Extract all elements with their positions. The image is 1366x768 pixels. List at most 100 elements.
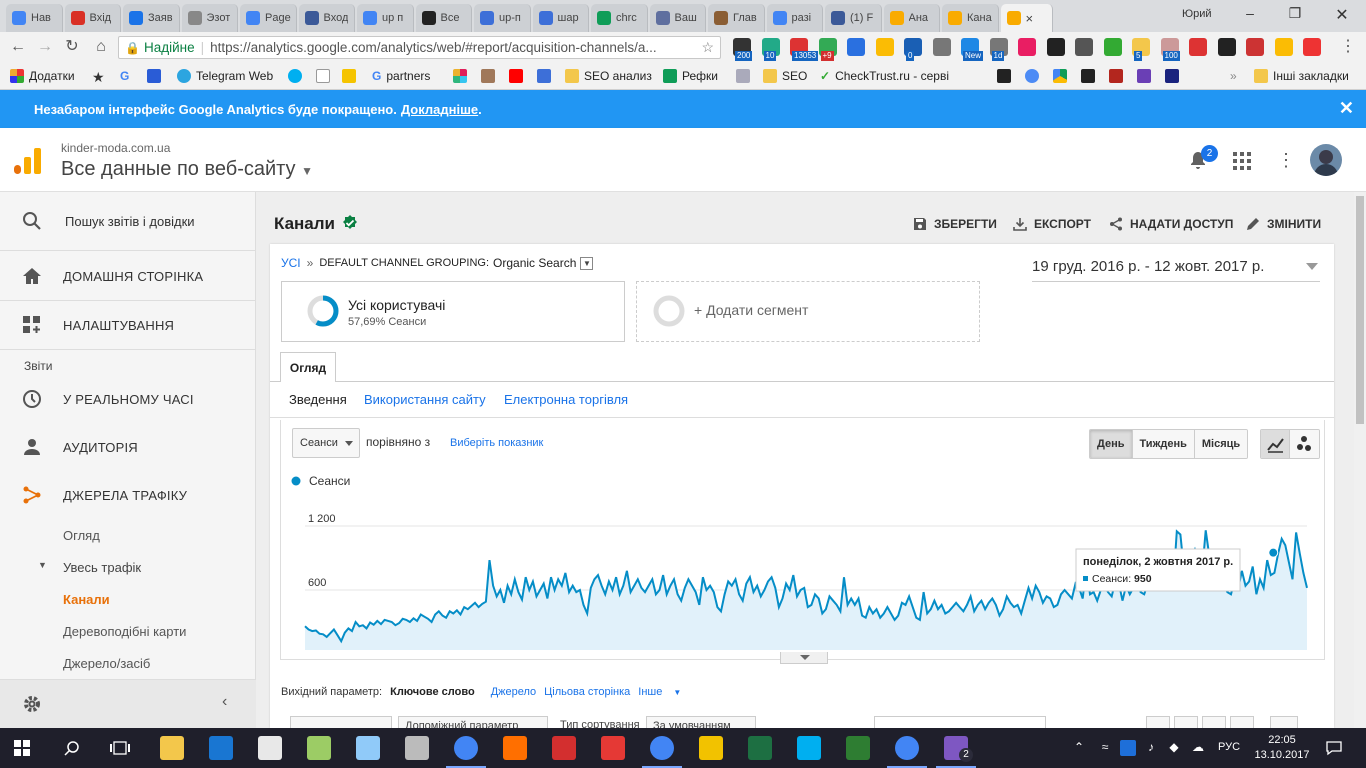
plot-rows-button[interactable] [290, 716, 392, 728]
browser-tab[interactable]: разі [766, 4, 823, 32]
bookmark-other[interactable]: Інші закладки [1254, 69, 1349, 83]
nav-customization[interactable]: НАЛАШТУВАННЯ [0, 314, 256, 336]
notifications-icon[interactable] [1326, 740, 1342, 756]
star-bookmark-icon[interactable]: ★ [92, 69, 105, 86]
chrome-menu-icon[interactable]: ⋮ [1338, 37, 1358, 57]
browser-tab[interactable]: (1) F [825, 4, 882, 32]
chart-expand-handle[interactable] [780, 652, 828, 664]
analytics-logo[interactable] [14, 148, 42, 174]
taskbar-app-icon[interactable] [209, 736, 233, 760]
extension-icon[interactable] [847, 38, 865, 56]
taskbar-app-icon[interactable] [356, 736, 380, 760]
browser-tab[interactable]: Кана [942, 4, 999, 32]
banner-link[interactable]: Докладніше [401, 102, 478, 117]
export-button[interactable]: ЕКСПОРТ [1013, 217, 1091, 231]
scrollbar-thumb[interactable] [1356, 196, 1364, 424]
info-bookmark-icon[interactable] [147, 69, 166, 83]
bookmark-icon-blue[interactable] [1025, 69, 1044, 83]
nav-channels[interactable]: Канали [63, 592, 110, 607]
k-bookmark-icon[interactable] [1137, 69, 1156, 83]
nav-home[interactable]: ДОМАШНЯ СТОРІНКА [0, 265, 256, 287]
collapse-nav-icon[interactable]: ‹ [222, 693, 227, 711]
taskbar-app-icon[interactable] [846, 736, 870, 760]
granularity-week[interactable]: Тиждень [1132, 430, 1195, 458]
nav-source-medium[interactable]: Джерело/засіб [63, 656, 150, 671]
motion-chart-icon[interactable] [1290, 430, 1319, 458]
nav-acquisition[interactable]: ДЖЕРЕЛА ТРАФІКУ [0, 484, 256, 506]
taskbar-app-icon[interactable] [887, 736, 927, 768]
nav-acq-overview[interactable]: Огляд [63, 528, 100, 543]
wifi-icon[interactable]: ≈ [1097, 740, 1113, 756]
granularity-day[interactable]: День [1090, 430, 1133, 458]
taskbar-app-icon[interactable] [748, 736, 772, 760]
bookmark-telegram[interactable]: Telegram Web [177, 69, 273, 83]
apps-grid-icon[interactable] [1233, 152, 1251, 170]
breadcrumb-dropdown[interactable]: ▼ [580, 256, 594, 270]
h-bookmark-icon[interactable] [736, 69, 755, 83]
chevron-up-icon[interactable]: ⌃ [1071, 740, 1087, 756]
segment-all-users[interactable]: Усі користувачі 57,69% Сеанси [281, 281, 625, 342]
bookmark-seo[interactable]: SEO [763, 69, 807, 83]
a-bookmark-icon[interactable] [1109, 69, 1128, 83]
cube-bookmark-icon[interactable] [537, 69, 556, 83]
gear-icon[interactable] [22, 694, 42, 714]
taskbar-app-icon[interactable] [699, 736, 723, 760]
profile-name[interactable]: Юрий [1182, 8, 1212, 20]
pie-view-icon[interactable] [1174, 716, 1198, 728]
m-bookmark-icon[interactable] [997, 69, 1016, 83]
task-view-icon[interactable] [110, 740, 130, 756]
dropbox-icon[interactable]: ◆ [1166, 740, 1182, 756]
extension-icon[interactable] [1246, 38, 1264, 56]
secondary-dimension-select[interactable]: Допоміжний параметр [398, 716, 548, 728]
taskbar-app-icon[interactable] [405, 736, 429, 760]
breadcrumb-all-link[interactable]: УСІ [281, 256, 301, 270]
taskbar-app-icon[interactable] [446, 736, 486, 768]
browser-tab[interactable]: Вхід [64, 4, 121, 32]
granularity-month[interactable]: Місяць [1194, 430, 1248, 458]
subtab-summary[interactable]: Зведення [289, 392, 347, 407]
nav-audience[interactable]: АУДИТОРІЯ [0, 436, 256, 458]
dimension-landing-page[interactable]: Цільова сторінка [544, 686, 630, 698]
taskbar-app-icon[interactable] [307, 736, 331, 760]
dimension-source[interactable]: Джерело [491, 686, 536, 698]
bookmark-star-icon[interactable]: ☆ [701, 39, 714, 56]
windows-start-icon[interactable] [14, 740, 30, 756]
browser-tab[interactable]: Нав [6, 4, 63, 32]
taskbar-app-icon[interactable] [601, 736, 625, 760]
taskbar-app-icon[interactable] [642, 736, 682, 768]
close-window-button[interactable]: ✕ [1330, 5, 1354, 25]
clock[interactable]: 22:05 13.10.2017 [1253, 733, 1311, 763]
taskbar-app-icon[interactable] [797, 736, 821, 760]
pick-metric-link[interactable]: Виберіть показник [450, 437, 543, 449]
home-button[interactable]: ⌂ [91, 37, 111, 57]
p-bookmark-icon[interactable] [1165, 69, 1184, 83]
data-point-highlight[interactable] [1268, 547, 1279, 558]
extension-icon[interactable] [1189, 38, 1207, 56]
browser-tab[interactable]: Все [415, 4, 472, 32]
view-selector[interactable]: Все данные по веб-сайту ▼ [61, 158, 313, 181]
browser-tab[interactable]: Ана [883, 4, 940, 32]
table-search-input[interactable] [874, 716, 1046, 728]
sessions-chart[interactable]: Сеанси 1 200600 січень 2017березень 2017… [280, 470, 1325, 650]
extension-icon[interactable] [932, 38, 951, 56]
browser-tab[interactable]: up п [357, 4, 414, 32]
taskbar-app-icon[interactable] [258, 736, 282, 760]
sort-type-select[interactable]: За умовчанням [646, 716, 756, 728]
slack-bookmark-icon[interactable] [453, 69, 472, 83]
cloud-icon[interactable]: ☁ [1190, 740, 1206, 756]
more-vert-icon[interactable]: ⋮ [1277, 150, 1295, 171]
chevron-down-icon[interactable]: ▼ [38, 560, 47, 570]
taskbar-app-icon[interactable] [503, 736, 527, 760]
extension-icon[interactable] [1274, 38, 1293, 56]
taskbar-app-icon[interactable] [160, 736, 184, 760]
page-bookmark-icon[interactable] [316, 69, 335, 83]
browser-tab[interactable]: chrc [591, 4, 648, 32]
extension-icon[interactable] [1103, 38, 1122, 56]
table-view-icon[interactable] [1146, 716, 1170, 728]
dog-bookmark-icon[interactable] [481, 69, 500, 83]
browser-tab[interactable]: Ваш [649, 4, 706, 32]
extension-icon[interactable] [875, 38, 894, 56]
tab-overview[interactable]: Огляд [280, 352, 336, 382]
back-button[interactable]: ← [8, 37, 28, 57]
reload-button[interactable]: ↻ [62, 37, 82, 57]
